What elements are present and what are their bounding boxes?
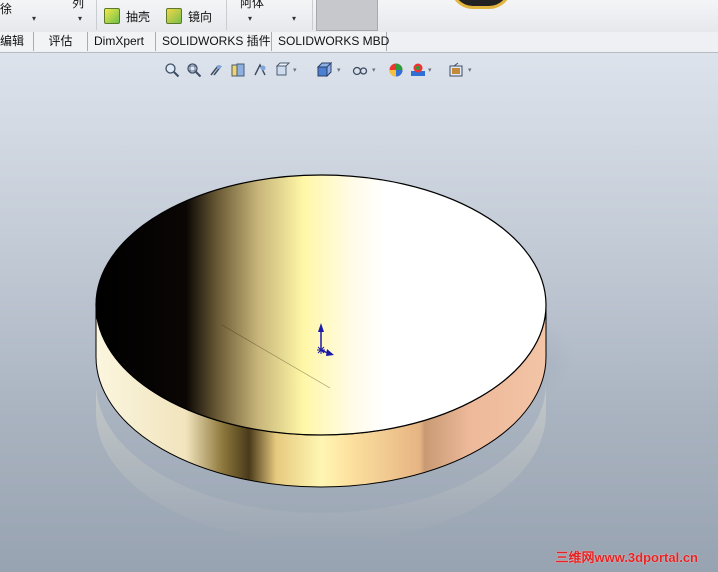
tab-solidworks-addins[interactable]: SOLIDWORKS 插件 — [156, 32, 272, 51]
solidworks-logo — [450, 0, 512, 9]
hide-show-dropdown[interactable]: ▾ — [372, 66, 376, 74]
previous-view-icon[interactable] — [208, 62, 224, 78]
ribbon-dropdown-4[interactable]: ▾ — [292, 14, 296, 23]
section-view-icon[interactable] — [230, 62, 246, 78]
mirror-icon[interactable] — [166, 8, 182, 24]
command-manager-ribbon: 徐 ▾ 列 ▾ 抽壳 镜向 阿体 ▾ ▾ — [0, 0, 718, 33]
dynamic-annotation-icon[interactable] — [252, 62, 268, 78]
graphics-area[interactable] — [0, 53, 718, 572]
apply-scene-icon[interactable] — [410, 62, 426, 78]
apply-scene-dropdown[interactable]: ▾ — [428, 66, 432, 74]
ribbon-separator — [312, 0, 313, 30]
ribbon-dropdown-1[interactable]: ▾ — [32, 14, 36, 23]
model-view[interactable] — [0, 53, 718, 572]
mirror-button[interactable]: 镜向 — [188, 8, 212, 25]
tab-dimxpert[interactable]: DimXpert — [88, 32, 156, 51]
zoom-to-fit-icon[interactable] — [164, 62, 180, 78]
ribbon-dropdown-2[interactable]: ▾ — [78, 14, 82, 23]
ribbon-partial-label-body[interactable]: 阿体 — [240, 0, 264, 11]
ribbon-partial-label-left[interactable]: 徐 — [0, 0, 12, 17]
zoom-to-area-icon[interactable] — [186, 62, 202, 78]
view-orientation-dropdown[interactable]: ▾ — [293, 66, 297, 74]
shell-button[interactable]: 抽壳 — [126, 8, 150, 25]
display-style-icon[interactable] — [316, 62, 332, 78]
hide-show-items-icon[interactable] — [352, 62, 368, 78]
cylinder-top-face[interactable] — [95, 174, 547, 436]
ribbon-separator — [226, 0, 227, 30]
edit-appearance-icon[interactable] — [388, 62, 404, 78]
view-settings-icon[interactable] — [448, 62, 464, 78]
display-style-dropdown[interactable]: ▾ — [337, 66, 341, 74]
watermark: 三维网www.3dportal.cn — [555, 550, 698, 565]
view-settings-dropdown[interactable]: ▾ — [468, 66, 472, 74]
command-manager-tabs: 编辑 评估 DimXpert SOLIDWORKS 插件 SOLIDWORKS … — [0, 32, 718, 53]
ribbon-separator — [96, 0, 97, 30]
tab-evaluate[interactable]: 评估 — [34, 32, 88, 51]
ribbon-partial-label-pattern[interactable]: 列 — [72, 0, 84, 11]
tab-sketch-edit[interactable]: 编辑 — [0, 32, 34, 51]
view-orientation-icon[interactable] — [274, 62, 290, 78]
tab-solidworks-mbd[interactable]: SOLIDWORKS MBD — [272, 32, 389, 51]
ribbon-empty-panel — [316, 0, 378, 31]
shell-icon[interactable] — [104, 8, 120, 24]
ribbon-dropdown-3[interactable]: ▾ — [248, 14, 252, 23]
heads-up-view-toolbar: ▾ ▾ ▾ ▾ ▾ — [160, 60, 485, 80]
